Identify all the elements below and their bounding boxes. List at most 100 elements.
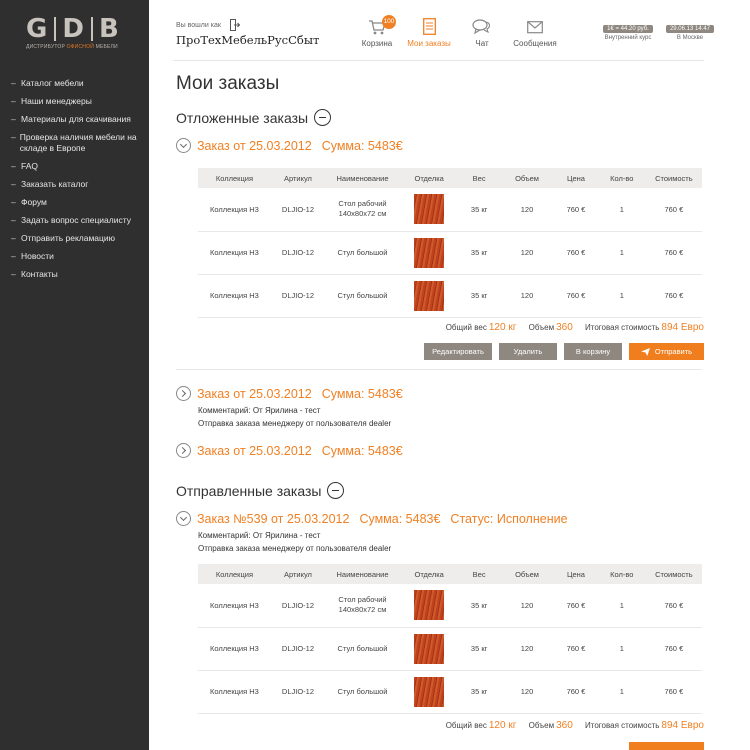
- sidebar-item[interactable]: – Отправить рекламацию: [11, 233, 147, 244]
- table-cell: Стол рабочий 140х80х72 см: [325, 584, 400, 628]
- table-cell: 120: [499, 584, 555, 628]
- table-cell: 760 €: [554, 274, 598, 318]
- order-comment: Комментарий: От Ярилина - тест Отправка …: [198, 404, 391, 430]
- table-row: Коллекция Н3 DLJIO-12 Стул большой 35 кг 120…: [198, 627, 702, 671]
- sidebar-item[interactable]: – Задать вопрос специалисту: [11, 215, 147, 226]
- nav-messages[interactable]: Сообщения: [507, 18, 563, 48]
- order-header[interactable]: Заказ №539 от 25.03.2012 Сумма: 5483€ Ст…: [176, 511, 568, 526]
- table-cell: 760 €: [645, 274, 702, 318]
- collapse-icon[interactable]: [314, 109, 332, 126]
- table-cell: 760 €: [645, 188, 702, 232]
- envelope-icon: [527, 21, 543, 34]
- send-button-partial[interactable]: [629, 742, 704, 750]
- cart-badge: 100: [382, 15, 396, 29]
- order-items-table: Коллекция Артикул Наименование Отделка Вес Об…: [198, 168, 702, 318]
- sidebar-item[interactable]: – Форум: [11, 197, 147, 208]
- order-header[interactable]: Заказ от 25.03.2012 Сумма: 5483€: [176, 138, 403, 153]
- table-row: Коллекция Н3 DLJIO-12 Стол рабочий 140х80х…: [198, 584, 702, 628]
- order-actions: Редактировать Удалить В корзину Отправит…: [424, 343, 704, 360]
- column-header: Кол-во: [597, 564, 646, 584]
- total-cost-label: Итоговая стоимость: [585, 721, 660, 730]
- moscow-datetime-value: 29.06.13 14:47: [665, 25, 715, 33]
- chat-bubbles-icon: [472, 19, 490, 35]
- table-cell: 35 кг: [458, 274, 500, 318]
- sidebar-item-label: Новости: [21, 251, 54, 261]
- table-cell: 35 кг: [458, 231, 500, 275]
- nav-cart[interactable]: 100 Корзина: [357, 15, 397, 48]
- logged-in-label: Вы вошли как: [176, 22, 221, 29]
- to-cart-button[interactable]: В корзину: [564, 343, 622, 360]
- order-comment: Комментарий: От Ярилина - тест Отправка …: [198, 529, 391, 555]
- table-cell: 35 кг: [458, 584, 500, 628]
- collapse-icon[interactable]: [327, 482, 345, 499]
- finish-swatch: [414, 237, 445, 268]
- sidebar-item-label: Наши менеджеры: [21, 96, 92, 106]
- column-header: Вес: [458, 168, 500, 188]
- table-cell: Коллекция Н3: [198, 274, 271, 318]
- sidebar-item[interactable]: – Наши менеджеры: [11, 96, 147, 107]
- column-header: Цена: [554, 168, 598, 188]
- company-name[interactable]: ПроТехМебельРусСбыт: [176, 33, 319, 47]
- bullet-dash: –: [11, 215, 16, 225]
- chevron-right-icon[interactable]: [176, 386, 191, 401]
- nav-my-orders[interactable]: Мои заказы: [401, 18, 457, 48]
- table-header-row: Коллекция Артикул Наименование Отделка Вес Об…: [198, 564, 702, 584]
- table-cell: DLJIO-12: [270, 231, 326, 275]
- sidebar-item[interactable]: – Каталог мебели: [11, 78, 147, 89]
- order-header[interactable]: Заказ от 25.03.2012 Сумма: 5483€: [176, 386, 403, 401]
- finish-swatch-cell: [400, 627, 459, 671]
- nav-chat[interactable]: Чат: [467, 18, 497, 48]
- total-cost: 894 Евро: [661, 720, 704, 731]
- sidebar-item[interactable]: – Контакты: [11, 269, 147, 280]
- table-cell: 1: [597, 670, 646, 714]
- finish-swatch-cell: [400, 584, 459, 628]
- table-cell: 760 €: [554, 231, 598, 275]
- finish-swatch-cell: [400, 274, 459, 318]
- sidebar-item-label: Отправить рекламацию: [21, 233, 116, 243]
- column-header: Коллекция: [198, 564, 271, 584]
- sidebar-item[interactable]: – Проверка наличия мебели на складе в Евр…: [11, 132, 147, 154]
- order-title: Заказ от 25.03.2012: [197, 138, 312, 153]
- sent-orders-label: Отправленные заказы: [176, 482, 322, 499]
- total-weight: 120 кг: [488, 322, 517, 333]
- table-cell: DLJIO-12: [270, 627, 326, 671]
- edit-button[interactable]: Редактировать: [424, 343, 492, 360]
- table-cell: 120: [499, 231, 555, 275]
- delete-button[interactable]: Удалить: [499, 343, 557, 360]
- moscow-datetime: 29.06.13 14:47 В Москве: [662, 25, 718, 41]
- table-cell: 760 €: [554, 670, 598, 714]
- order-sum: Сумма: 5483€: [321, 138, 403, 153]
- chevron-down-icon[interactable]: [176, 511, 191, 526]
- logout-icon[interactable]: [230, 19, 240, 31]
- comment-text: Комментарий: От Ярилина - тест: [198, 531, 321, 540]
- table-cell: 120: [499, 274, 555, 318]
- sidebar-item[interactable]: – Новости: [11, 251, 147, 262]
- sidebar-item[interactable]: – Материалы для скачивания: [11, 114, 147, 125]
- table-header-row: Коллекция Артикул Наименование Отделка Вес Об…: [198, 168, 702, 188]
- table-cell: DLJIO-12: [270, 188, 326, 232]
- chevron-down-icon[interactable]: [176, 138, 191, 153]
- table-cell: 760 €: [645, 670, 702, 714]
- total-volume-label: Объем: [528, 323, 555, 332]
- exchange-rate-caption: Внутренний курс: [604, 35, 652, 41]
- send-icon: [640, 347, 650, 356]
- total-volume-label: Объем: [528, 721, 555, 730]
- chevron-right-icon[interactable]: [176, 443, 191, 458]
- sidebar-item-label: Форум: [21, 197, 47, 207]
- nav-messages-label: Сообщения: [513, 39, 557, 48]
- order-divider: [176, 369, 702, 370]
- sidebar-item-label: Материалы для скачивания: [21, 114, 131, 124]
- table-cell: Стул большой: [325, 274, 400, 318]
- sidebar-item[interactable]: – Заказать каталог: [11, 179, 147, 190]
- nav-cart-label: Корзина: [361, 39, 393, 48]
- table-cell: 760 €: [645, 584, 702, 628]
- order-header[interactable]: Заказ от 25.03.2012 Сумма: 5483€: [176, 443, 403, 458]
- logo[interactable]: G D B ДИСТРИБУТОР ОФИСНОЙ МЕБЕЛИ: [26, 16, 124, 50]
- sidebar-item[interactable]: – FAQ: [11, 161, 147, 172]
- table-cell: Стол рабочий 140х80х72 см: [325, 188, 400, 232]
- table-cell: 1: [597, 231, 646, 275]
- column-header: Объем: [499, 168, 555, 188]
- finish-swatch: [414, 676, 445, 707]
- bullet-dash: –: [11, 251, 16, 261]
- send-button[interactable]: Отправить: [629, 343, 704, 360]
